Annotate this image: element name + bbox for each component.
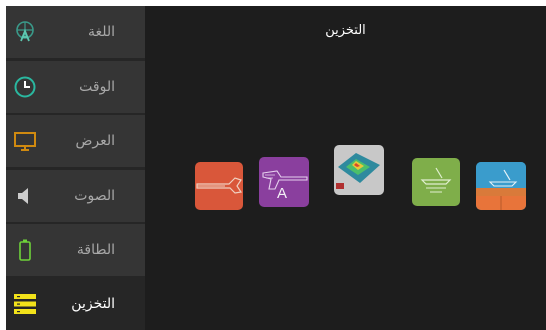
sidebar: اللغة الوقت العرض الصوت الطاقة التخزين — [6, 6, 145, 330]
sidebar-item-label: اللغة — [87, 24, 115, 40]
sidebar-item-label: الصوت — [74, 188, 115, 204]
speaker-icon — [12, 183, 38, 209]
monitor-icon — [12, 128, 38, 154]
sidebar-item-label: العرض — [75, 133, 115, 149]
metal-detector-icon — [196, 177, 243, 194]
ground-layers-icon — [476, 162, 526, 210]
sidebar-item-sound[interactable]: الصوت — [6, 170, 145, 222]
sidebar-item-power[interactable]: الطاقة — [6, 224, 145, 276]
battery-icon — [12, 237, 38, 263]
clock-icon — [12, 74, 38, 100]
sidebar-item-display[interactable]: العرض — [6, 115, 145, 167]
mode-letter: A — [277, 185, 288, 202]
sidebar-item-language[interactable]: اللغة — [6, 6, 145, 58]
ground-scan-tile[interactable] — [476, 162, 526, 210]
main-panel: التخزين A — [145, 6, 546, 330]
sidebar-item-label: التخزين — [71, 296, 115, 312]
app-window: اللغة الوقت العرض الصوت الطاقة التخزين ا… — [6, 6, 546, 330]
sidebar-item-storage[interactable]: التخزين — [6, 278, 145, 330]
page-title: التخزين — [325, 23, 366, 38]
pinpoint-tile[interactable] — [412, 158, 460, 206]
sidebar-item-time[interactable]: الوقت — [6, 61, 145, 113]
detector-a-mode-tile[interactable]: A — [259, 157, 309, 207]
sidebar-item-label: الوقت — [79, 79, 115, 95]
3d-scan-tile[interactable] — [334, 145, 384, 195]
detector-mode-tile[interactable] — [195, 162, 243, 210]
storage-stack-icon — [12, 291, 38, 317]
language-globe-icon — [12, 19, 38, 45]
sidebar-item-label: الطاقة — [76, 242, 115, 258]
search-coil-icon — [420, 167, 452, 193]
3d-terrain-map-icon — [336, 153, 380, 189]
